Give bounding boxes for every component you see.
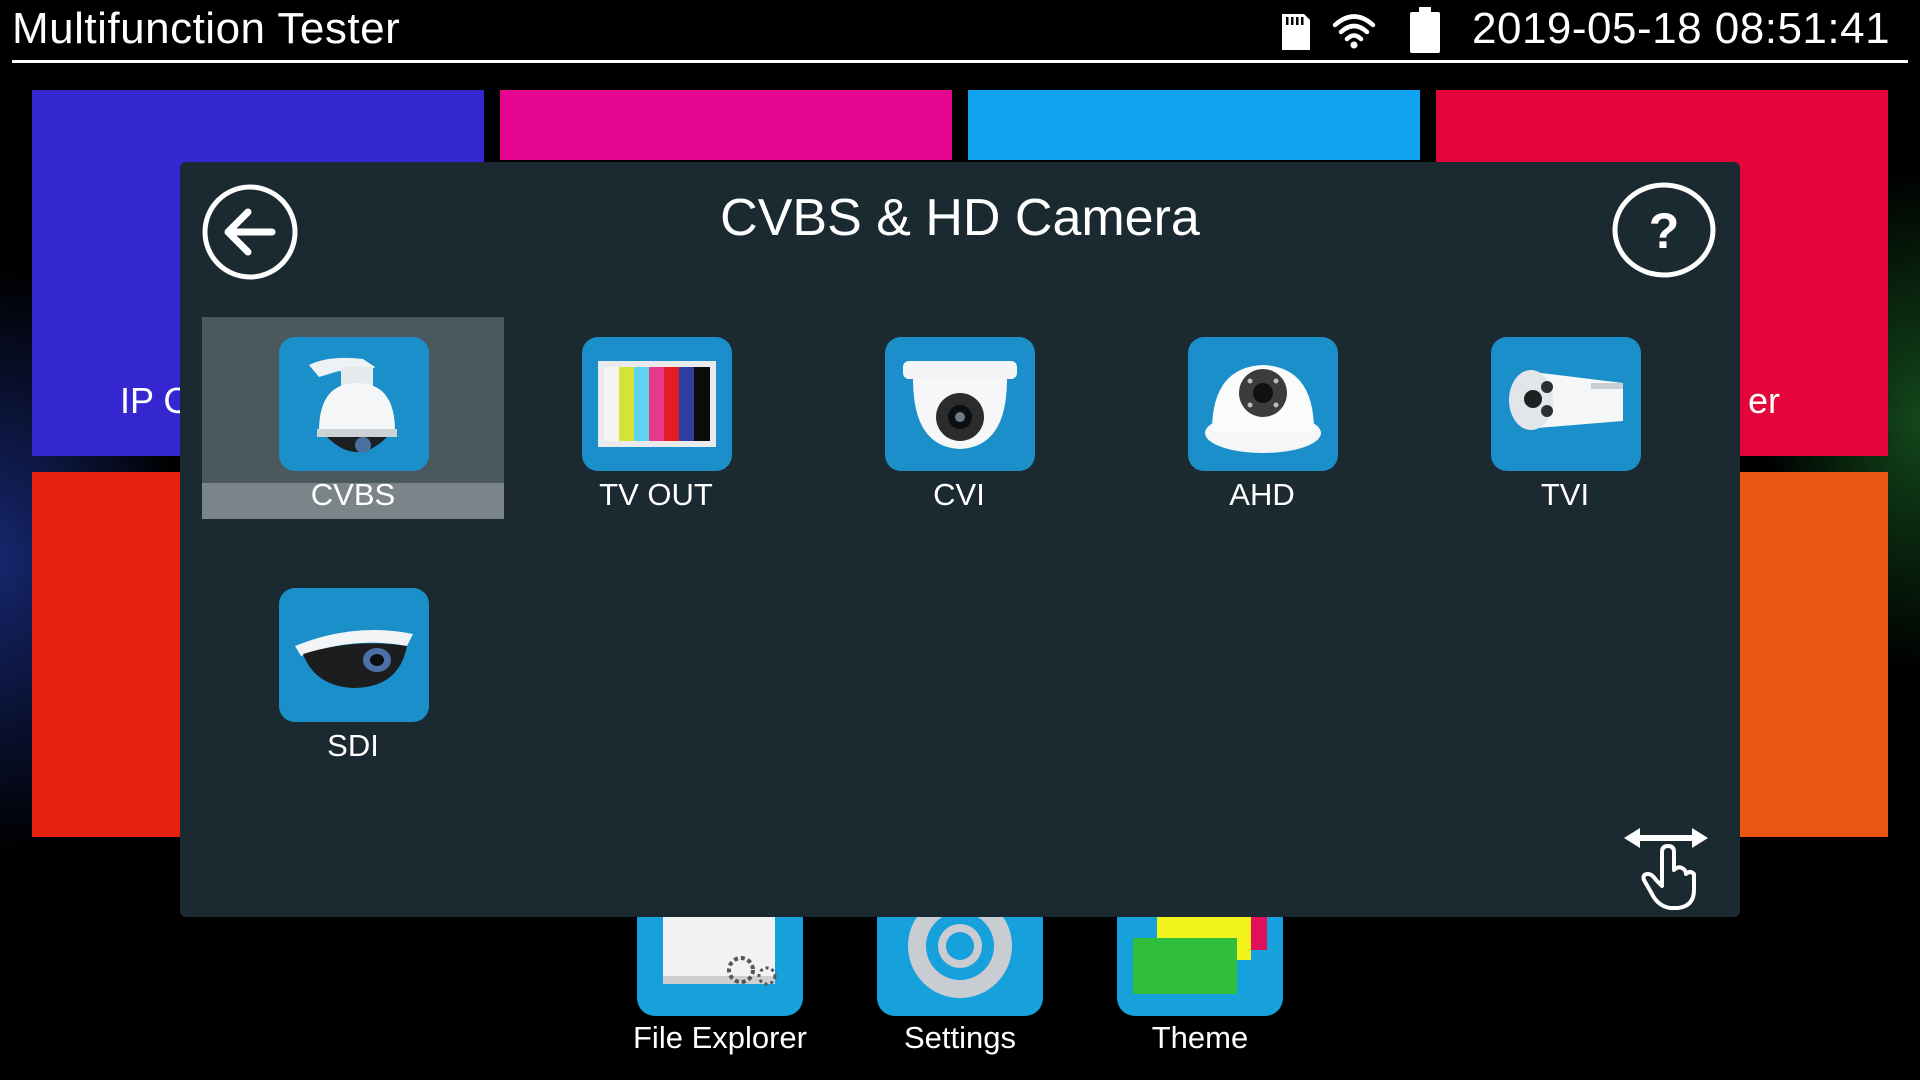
file-explorer-icon	[637, 916, 803, 1016]
home-tile-2[interactable]	[500, 90, 952, 160]
camera-item-label: AHD	[1229, 477, 1295, 512]
camera-item-tvi[interactable]: TVI	[1414, 317, 1716, 519]
dock-label: Theme	[1151, 1020, 1249, 1055]
screen: Multifunction Tester 2019-05-18 08:51:41…	[0, 0, 1920, 1080]
wifi-icon	[1332, 14, 1376, 49]
color-bars-icon	[582, 337, 732, 471]
camera-item-label: TVI	[1540, 477, 1590, 512]
dialog-title: CVBS & HD Camera	[720, 189, 1200, 247]
bullet-camera-icon	[1491, 337, 1641, 471]
dock-label: Settings	[903, 1020, 1016, 1055]
camera-dialog: CVBS & HD Camera ? CVBS TV OUT CVI AHD T…	[180, 162, 1740, 917]
swipe-hand-icon	[1624, 828, 1708, 910]
camera-item-label: TV OUT	[599, 477, 713, 512]
tile-label: er	[1748, 380, 1781, 421]
ir-dome-camera-icon	[1188, 337, 1338, 471]
dock-item-theme[interactable]: Theme	[1117, 916, 1283, 1056]
dome-camera-icon	[885, 337, 1035, 471]
status-clock: 2019-05-18 08:51:41	[1472, 4, 1891, 53]
help-icon[interactable]: ?	[1612, 182, 1716, 278]
status-bar: Multifunction Tester 2019-05-18 08:51:41	[0, 0, 1920, 63]
gear-icon	[877, 916, 1043, 1016]
battery-icon	[1410, 7, 1440, 53]
status-divider	[12, 60, 1908, 63]
home-tile-3[interactable]	[968, 90, 1420, 160]
dock-item-settings[interactable]: Settings	[877, 916, 1043, 1056]
dock-label: File Explorer	[633, 1020, 807, 1055]
camera-item-label: CVBS	[310, 477, 396, 512]
camera-item-cvi[interactable]: CVI	[808, 317, 1110, 519]
svg-text:?: ?	[1649, 203, 1680, 259]
camera-item-tv-out[interactable]: TV OUT	[505, 317, 807, 519]
camera-item-label: CVI	[933, 477, 985, 512]
camera-item-ahd[interactable]: AHD	[1111, 317, 1413, 519]
camera-item-sdi[interactable]: SDI	[202, 568, 504, 770]
camera-item-label: SDI	[327, 728, 379, 763]
eyeball-camera-icon	[279, 588, 429, 722]
tile-label: IP C	[120, 380, 190, 421]
ptz-dome-camera-icon	[279, 337, 429, 471]
camera-item-cvbs[interactable]: CVBS	[202, 317, 504, 519]
app-title: Multifunction Tester	[12, 4, 401, 53]
sd-card-icon	[1282, 14, 1310, 50]
theme-icon	[1117, 916, 1283, 1016]
dock-item-file-explorer[interactable]: File Explorer	[633, 916, 807, 1056]
